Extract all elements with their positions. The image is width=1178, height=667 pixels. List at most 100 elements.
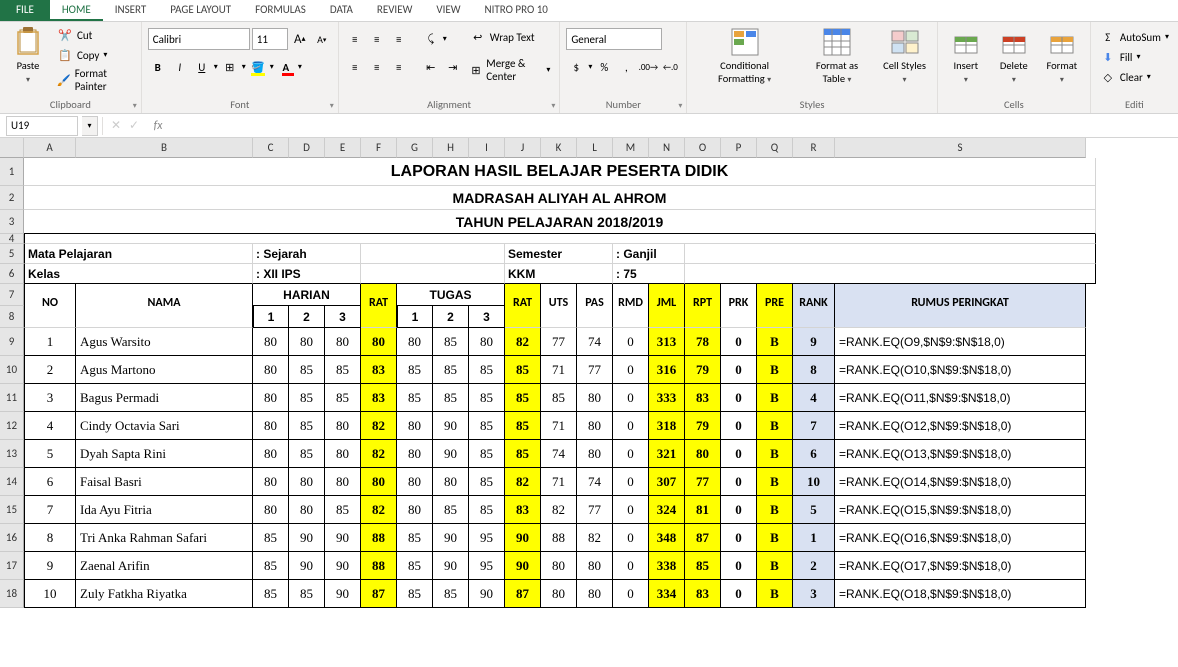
cell-no[interactable]: 6 [24, 468, 76, 496]
name-box-dropdown[interactable]: ▾ [82, 116, 98, 136]
cell-t1[interactable]: 80 [397, 412, 433, 440]
cell-t3[interactable]: 85 [469, 496, 505, 524]
cell-styles-button[interactable]: Cell Styles ▾ [878, 24, 931, 87]
row-header[interactable]: 11 [0, 384, 24, 412]
cell-rath[interactable]: 83 [361, 356, 397, 384]
cell-t1[interactable]: 80 [397, 468, 433, 496]
col-header[interactable]: G [397, 138, 433, 158]
cell-rpt[interactable]: 81 [685, 496, 721, 524]
row-header[interactable]: 1 [0, 158, 24, 186]
col-header[interactable]: F [361, 138, 397, 158]
cell-formula[interactable]: =RANK.EQ(O15,$N$9:$N$18,0) [835, 496, 1086, 524]
cell-t3[interactable]: 95 [469, 524, 505, 552]
cell-rank[interactable]: 8 [793, 356, 835, 384]
cell-rmd[interactable]: 0 [613, 356, 649, 384]
cell-formula[interactable]: =RANK.EQ(O11,$N$9:$N$18,0) [835, 384, 1086, 412]
col-header[interactable]: N [649, 138, 685, 158]
col-header[interactable]: K [541, 138, 577, 158]
cell-t1[interactable]: 80 [397, 496, 433, 524]
cell-t2[interactable]: 85 [433, 328, 469, 356]
cell-jml[interactable]: 318 [649, 412, 685, 440]
cell-prk[interactable]: 0 [721, 356, 757, 384]
clear-button[interactable]: ◇Clear ▾ [1097, 68, 1172, 86]
increase-decimal-button[interactable]: .00→ [638, 56, 658, 78]
cell-rath[interactable]: 88 [361, 552, 397, 580]
cell-t2[interactable]: 85 [433, 580, 469, 608]
cell-uts[interactable]: 88 [541, 524, 577, 552]
cell-prk[interactable]: 0 [721, 496, 757, 524]
cell-h2[interactable]: 85 [289, 440, 325, 468]
col-header[interactable]: E [325, 138, 361, 158]
tab-file[interactable]: FILE [0, 0, 50, 21]
italic-button[interactable]: I [170, 56, 190, 78]
cell-prk[interactable]: 0 [721, 468, 757, 496]
cell-rmd[interactable]: 0 [613, 524, 649, 552]
cell-t2[interactable]: 85 [433, 496, 469, 524]
cell-prk[interactable]: 0 [721, 524, 757, 552]
cell-no[interactable]: 4 [24, 412, 76, 440]
cell-h3[interactable]: 80 [325, 468, 361, 496]
cell-formula[interactable]: =RANK.EQ(O13,$N$9:$N$18,0) [835, 440, 1086, 468]
format-cells-button[interactable]: Format▾ [1040, 24, 1084, 87]
cell-t1[interactable]: 85 [397, 384, 433, 412]
row-header[interactable]: 13 [0, 440, 24, 468]
row-header[interactable]: 9 [0, 328, 24, 356]
cell-formula[interactable]: =RANK.EQ(O16,$N$9:$N$18,0) [835, 524, 1086, 552]
cell-h1[interactable]: 80 [253, 496, 289, 524]
cell-h3[interactable]: 90 [325, 552, 361, 580]
cell-nama[interactable]: Dyah Sapta Rini [76, 440, 253, 468]
tab-insert[interactable]: INSERT [103, 0, 159, 21]
cell-uts[interactable]: 82 [541, 496, 577, 524]
align-top-button[interactable]: ≡ [345, 28, 365, 50]
cell-pre[interactable]: B [757, 496, 793, 524]
cell-pas[interactable]: 80 [577, 384, 613, 412]
percent-button[interactable]: % [594, 56, 614, 78]
cell-rmd[interactable]: 0 [613, 384, 649, 412]
cell-h2[interactable]: 90 [289, 524, 325, 552]
cell-t2[interactable]: 85 [433, 384, 469, 412]
tab-data[interactable]: DATA [318, 0, 365, 21]
cell-pas[interactable]: 80 [577, 440, 613, 468]
cell-t3[interactable]: 95 [469, 552, 505, 580]
cell-rpt[interactable]: 79 [685, 356, 721, 384]
row-header[interactable]: 4 [0, 234, 24, 244]
cell-rath[interactable]: 83 [361, 384, 397, 412]
cell-h2[interactable]: 80 [289, 328, 325, 356]
cell-uts[interactable]: 71 [541, 468, 577, 496]
col-header[interactable]: B [76, 138, 253, 158]
align-middle-button[interactable]: ≡ [367, 28, 387, 50]
tab-view[interactable]: VIEW [424, 0, 472, 21]
cell-prk[interactable]: 0 [721, 580, 757, 608]
cell-no[interactable]: 10 [24, 580, 76, 608]
cell-rath[interactable]: 82 [361, 496, 397, 524]
cell-h1[interactable]: 85 [253, 552, 289, 580]
wrap-text-button[interactable]: ↩Wrap Text [467, 28, 554, 46]
cell-pre[interactable]: B [757, 580, 793, 608]
cell-h2[interactable]: 85 [289, 412, 325, 440]
cell-rank[interactable]: 9 [793, 328, 835, 356]
cell-nama[interactable]: Bagus Permadi [76, 384, 253, 412]
fill-button[interactable]: ⬇Fill ▾ [1097, 48, 1172, 66]
font-name-select[interactable] [148, 28, 250, 50]
cell-ratt[interactable]: 87 [505, 580, 541, 608]
tab-review[interactable]: REVIEW [365, 0, 425, 21]
cell-t3[interactable]: 85 [469, 356, 505, 384]
decrease-decimal-button[interactable]: ←.0 [660, 56, 680, 78]
cell-no[interactable]: 7 [24, 496, 76, 524]
cell-rmd[interactable]: 0 [613, 440, 649, 468]
font-color-button[interactable]: A [276, 56, 296, 78]
cell-pas[interactable]: 82 [577, 524, 613, 552]
spreadsheet-grid[interactable]: 1 LAPORAN HASIL BELAJAR PESERTA DIDIK 2 … [0, 158, 1178, 608]
cell-t3[interactable]: 85 [469, 468, 505, 496]
col-header[interactable]: A [24, 138, 76, 158]
cell-rmd[interactable]: 0 [613, 552, 649, 580]
tab-home[interactable]: HOME [50, 0, 103, 21]
col-header[interactable]: Q [757, 138, 793, 158]
cell-h1[interactable]: 80 [253, 440, 289, 468]
insert-cells-button[interactable]: Insert▾ [944, 24, 988, 87]
select-all-corner[interactable] [0, 138, 24, 158]
cell-rath[interactable]: 80 [361, 328, 397, 356]
cell-pre[interactable]: B [757, 412, 793, 440]
cell-rpt[interactable]: 80 [685, 440, 721, 468]
cell-prk[interactable]: 0 [721, 384, 757, 412]
